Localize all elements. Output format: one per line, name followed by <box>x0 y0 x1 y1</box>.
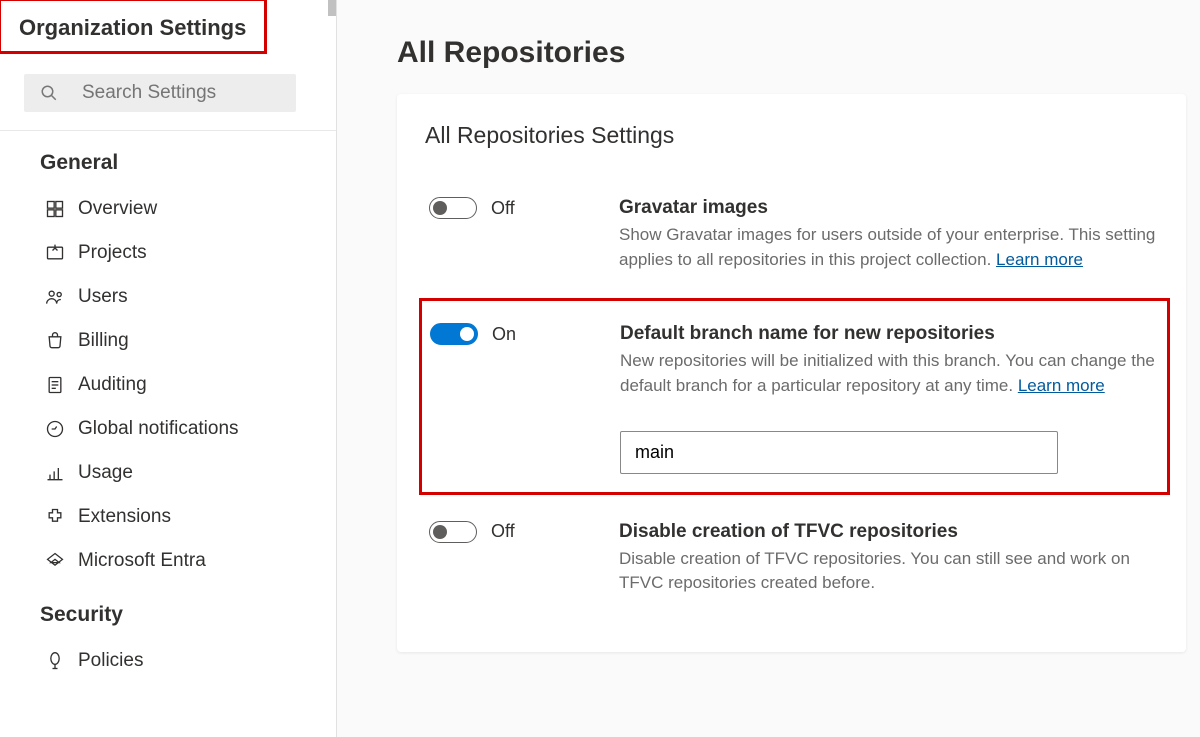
users-icon <box>44 286 66 308</box>
setting-content: Disable creation of TFVC repositories Di… <box>619 521 1160 596</box>
setting-gravatar: Off Gravatar images Show Gravatar images… <box>425 183 1164 298</box>
sidebar-item-policies[interactable]: Policies <box>0 639 336 683</box>
nav-section-security: Security <box>0 583 336 639</box>
setting-title: Default branch name for new repositories <box>620 323 1159 345</box>
toggle-col: Off <box>429 521 619 543</box>
sidebar-item-global-notifications[interactable]: Global notifications <box>0 407 336 451</box>
sidebar: Organization Settings General Overview P… <box>0 0 337 737</box>
search-wrap <box>0 56 336 130</box>
main-content: All Repositories All Repositories Settin… <box>337 0 1200 737</box>
sidebar-item-auditing[interactable]: Auditing <box>0 363 336 407</box>
default-branch-toggle[interactable] <box>430 323 478 345</box>
extensions-icon <box>44 506 66 528</box>
highlighted-setting: On Default branch name for new repositor… <box>419 298 1170 494</box>
search-input[interactable] <box>82 82 282 104</box>
sidebar-item-overview[interactable]: Overview <box>0 187 336 231</box>
auditing-icon <box>44 374 66 396</box>
nav-label: Usage <box>78 462 133 484</box>
overview-icon <box>44 198 66 220</box>
toggle-label: On <box>492 324 516 345</box>
toggle-col: Off <box>429 197 619 219</box>
nav-label: Projects <box>78 242 147 264</box>
sidebar-title: Organization Settings <box>0 0 267 54</box>
setting-desc: Show Gravatar images for users outside o… <box>619 223 1160 272</box>
setting-desc: Disable creation of TFVC repositories. Y… <box>619 547 1160 596</box>
toggle-label: Off <box>491 198 515 219</box>
page-title: All Repositories <box>397 36 1186 70</box>
default-branch-input[interactable] <box>620 431 1058 474</box>
nav-label: Policies <box>78 650 143 672</box>
sidebar-item-extensions[interactable]: Extensions <box>0 495 336 539</box>
nav-label: Extensions <box>78 506 171 528</box>
nav-label: Microsoft Entra <box>78 550 206 572</box>
tfvc-toggle[interactable] <box>429 521 477 543</box>
nav-label: Overview <box>78 198 157 220</box>
setting-content: Default branch name for new repositories… <box>620 323 1159 473</box>
card-title: All Repositories Settings <box>425 122 1164 149</box>
policies-icon <box>44 650 66 672</box>
nav-label: Auditing <box>78 374 147 396</box>
billing-icon <box>44 330 66 352</box>
nav-label: Users <box>78 286 128 308</box>
sidebar-item-projects[interactable]: Projects <box>0 231 336 275</box>
setting-tfvc: Off Disable creation of TFVC repositorie… <box>425 495 1164 622</box>
setting-desc: New repositories will be initialized wit… <box>620 349 1159 398</box>
usage-icon <box>44 462 66 484</box>
setting-default-branch: On Default branch name for new repositor… <box>426 323 1163 473</box>
toggle-label: Off <box>491 521 515 542</box>
learn-more-link[interactable]: Learn more <box>1018 376 1105 395</box>
setting-title: Disable creation of TFVC repositories <box>619 521 1160 543</box>
sidebar-item-users[interactable]: Users <box>0 275 336 319</box>
toggle-col: On <box>430 323 620 345</box>
setting-content: Gravatar images Show Gravatar images for… <box>619 197 1160 272</box>
gravatar-toggle[interactable] <box>429 197 477 219</box>
nav-label: Global notifications <box>78 418 239 440</box>
sidebar-item-billing[interactable]: Billing <box>0 319 336 363</box>
search-icon <box>38 82 60 104</box>
setting-title: Gravatar images <box>619 197 1160 219</box>
sidebar-item-usage[interactable]: Usage <box>0 451 336 495</box>
sidebar-item-microsoft-entra[interactable]: Microsoft Entra <box>0 539 336 583</box>
entra-icon <box>44 550 66 572</box>
settings-card: All Repositories Settings Off Gravatar i… <box>397 94 1186 652</box>
search-box[interactable] <box>24 74 296 112</box>
projects-icon <box>44 242 66 264</box>
learn-more-link[interactable]: Learn more <box>996 250 1083 269</box>
scroll-indicator-icon <box>328 0 336 16</box>
nav-section-general: General <box>0 131 336 187</box>
notifications-icon <box>44 418 66 440</box>
nav-label: Billing <box>78 330 129 352</box>
